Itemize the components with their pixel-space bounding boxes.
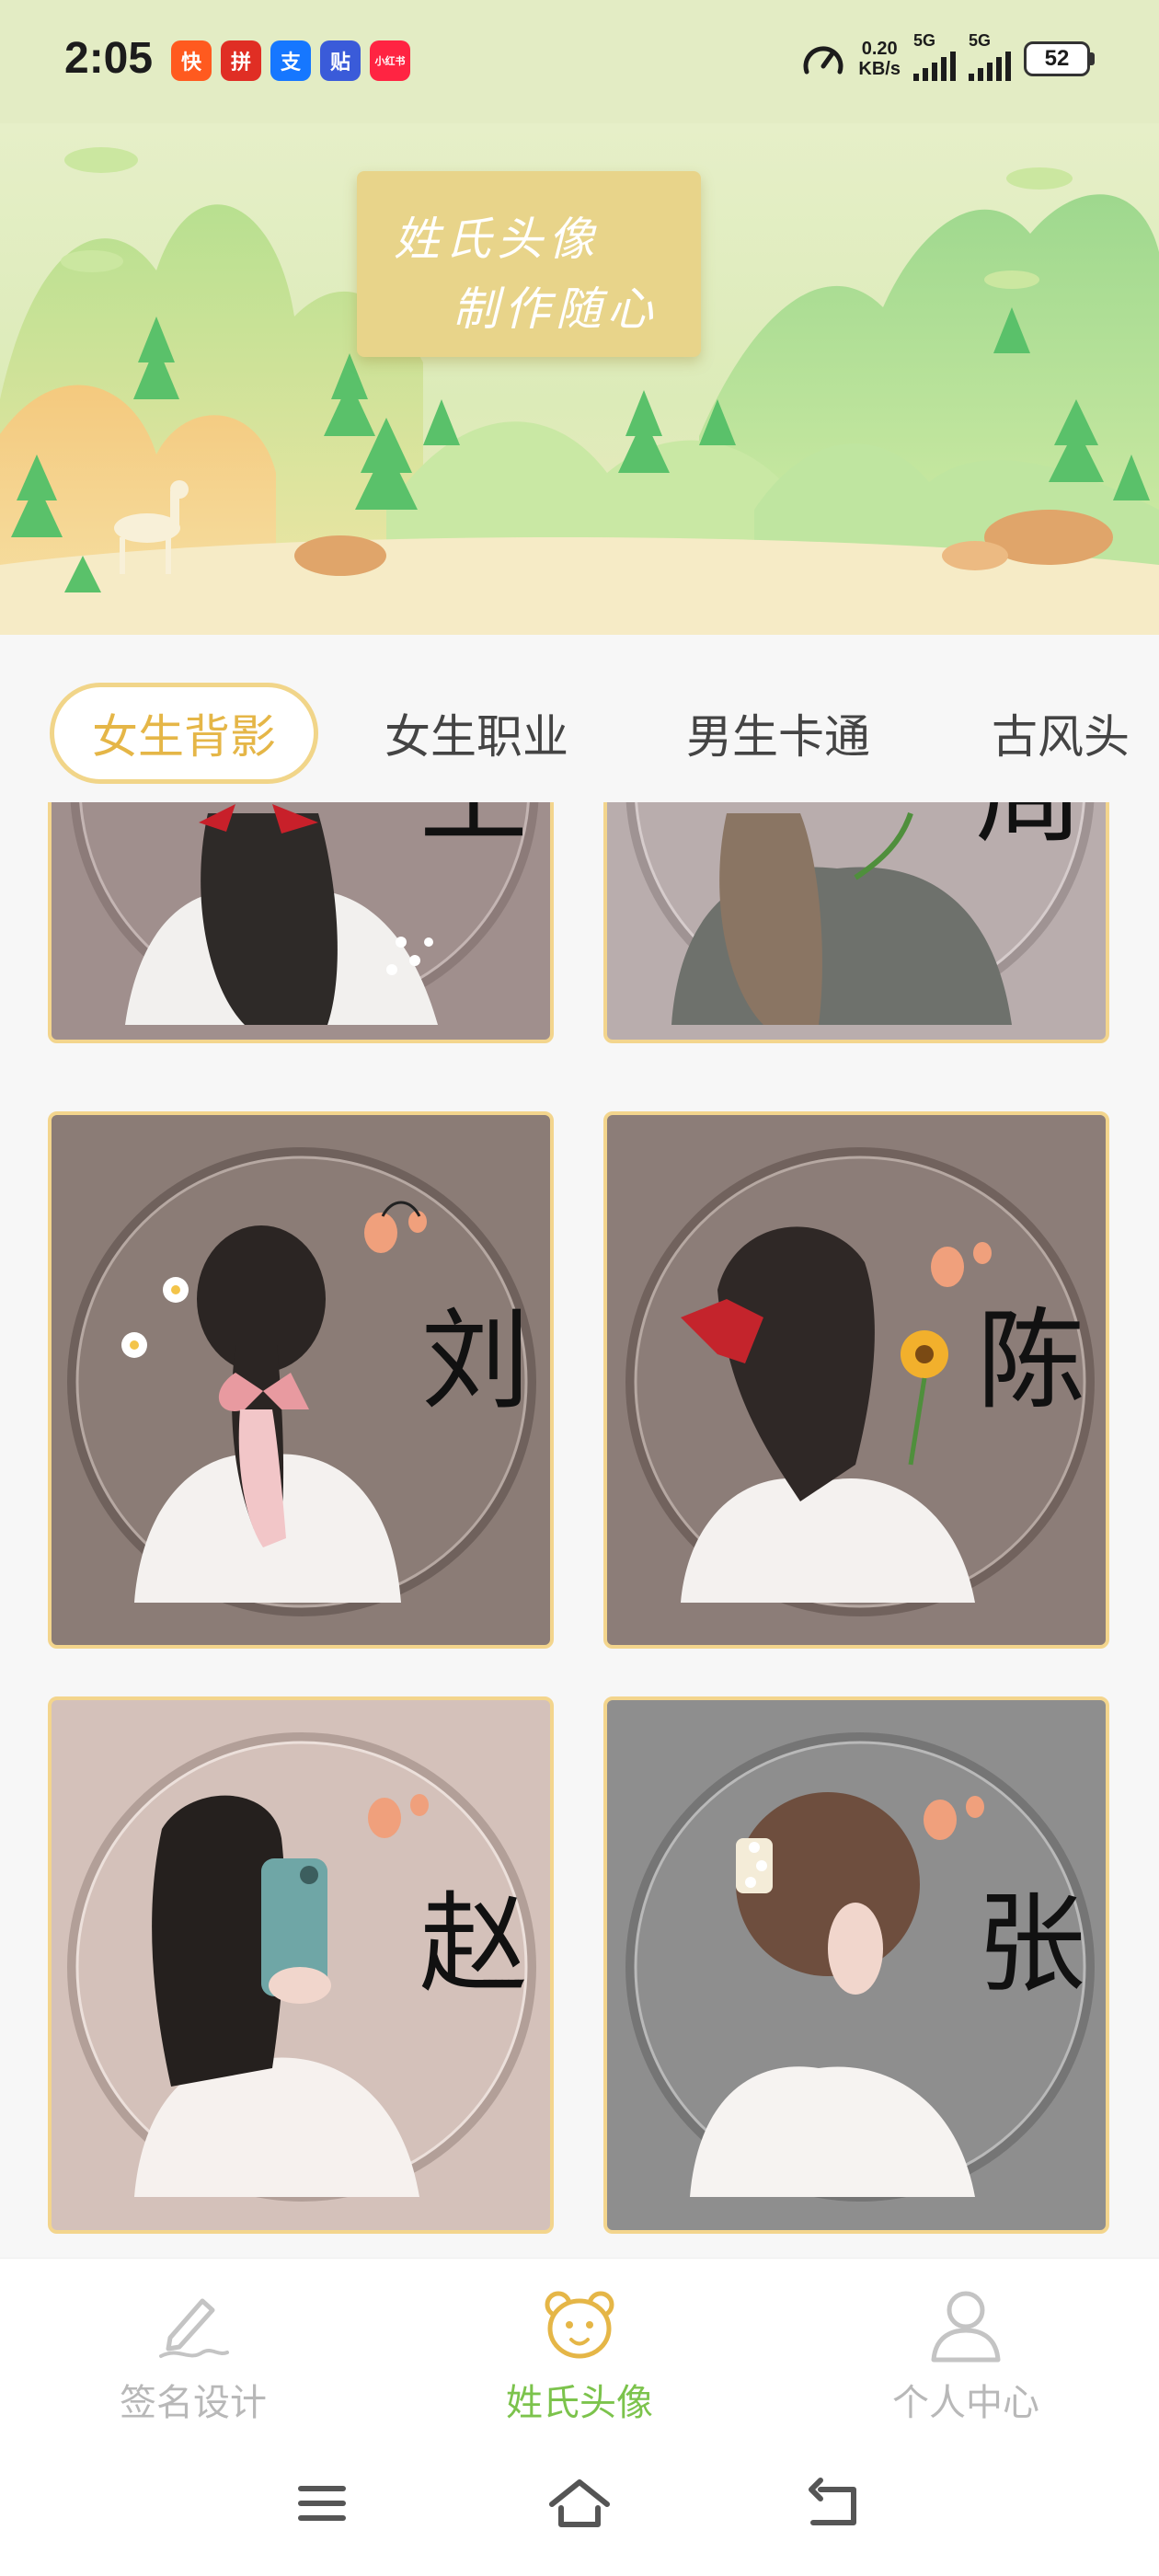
signal-1-label: 5G [913, 31, 936, 50]
status-right: 0.20 KB/s 5G 5G 52 [801, 31, 1095, 81]
tab-ancient-style[interactable]: 古风头 [992, 683, 1130, 784]
tab-girl-back-view[interactable]: 女生背影 [50, 683, 318, 784]
nav-surname-avatar[interactable]: 姓氏头像 [469, 2283, 690, 2430]
signature-pen-icon [159, 2298, 229, 2358]
speedometer-icon [803, 46, 843, 75]
nav-label-signature: 签名设计 [120, 2382, 267, 2424]
home-icon[interactable] [543, 2471, 616, 2536]
banner-line-1: 姓氏头像 [394, 213, 600, 266]
status-time: 2:05 [64, 34, 154, 83]
status-bar: 2:05 快 拼 支 贴 小红书 0.20 KB/s 5G 5G 52 [0, 0, 1159, 123]
network-speed-value: 0.20 [861, 39, 898, 59]
avatar-card-chen[interactable]: 陈 [603, 1111, 1109, 1649]
signal-2-label: 5G [969, 31, 992, 50]
avatar-card-zhang[interactable]: 张 [603, 1696, 1109, 2234]
surname-label: 陈 [977, 1297, 1086, 1424]
system-navigation-bar [0, 2434, 1159, 2576]
menu-icon[interactable] [285, 2471, 359, 2536]
nav-signature-design[interactable]: 签名设计 [83, 2283, 304, 2430]
surname-label: 王 [419, 802, 528, 848]
avatar-grid: 王 周 [0, 802, 1159, 2258]
avatar-card-zhou[interactable]: 周 [603, 802, 1109, 1043]
bottom-nav: 签名设计 姓氏头像 个人中心 [0, 2258, 1159, 2434]
signal-2: 5G [969, 31, 1011, 81]
nav-label-personal: 个人中心 [892, 2382, 1039, 2424]
nav-label-avatar: 姓氏头像 [506, 2382, 653, 2424]
person-icon [931, 2291, 1001, 2363]
xiaohongshu-icon: 小红书 [370, 40, 410, 81]
banner-title-sign: 姓氏头像 制作随心 [357, 171, 701, 357]
pinduoduo-icon: 拼 [221, 40, 261, 81]
surname-label: 周 [975, 802, 1084, 848]
network-speed-unit: KB/s [858, 59, 901, 79]
tab-girl-occupation[interactable]: 女生职业 [384, 683, 568, 784]
back-icon[interactable] [800, 2471, 874, 2536]
app-root: 2:05 快 拼 支 贴 小红书 0.20 KB/s 5G 5G 52 姓氏头像… [0, 0, 1159, 2576]
tieba-icon: 贴 [320, 40, 361, 81]
surname-label: 张 [977, 1880, 1086, 2007]
avatar-card-wang[interactable]: 王 [48, 802, 554, 1043]
alipay-icon: 支 [270, 40, 311, 81]
signal-1: 5G [913, 31, 956, 81]
banner-line-2: 制作随心 [453, 282, 659, 336]
kuaishou-icon: 快 [171, 40, 212, 81]
tab-boy-cartoon[interactable]: 男生卡通 [686, 683, 870, 784]
nav-personal-center[interactable]: 个人中心 [855, 2283, 1076, 2430]
category-tabs: 女生背影 女生职业 男生卡通 古风头 [0, 635, 1159, 802]
bear-face-icon [545, 2291, 614, 2359]
battery-icon: 52 [1024, 41, 1095, 76]
avatar-card-liu[interactable]: 刘 [48, 1111, 554, 1649]
avatar-card-zhao[interactable]: 赵 [48, 1696, 554, 2234]
surname-label: 赵 [419, 1880, 529, 2007]
promo-banner[interactable]: 姓氏头像 制作随心 [0, 123, 1159, 635]
battery-level: 52 [1024, 41, 1090, 76]
notification-icons: 快 拼 支 贴 小红书 [171, 40, 410, 81]
network-speed: 0.20 KB/s [858, 39, 901, 79]
surname-label: 刘 [421, 1297, 531, 1424]
